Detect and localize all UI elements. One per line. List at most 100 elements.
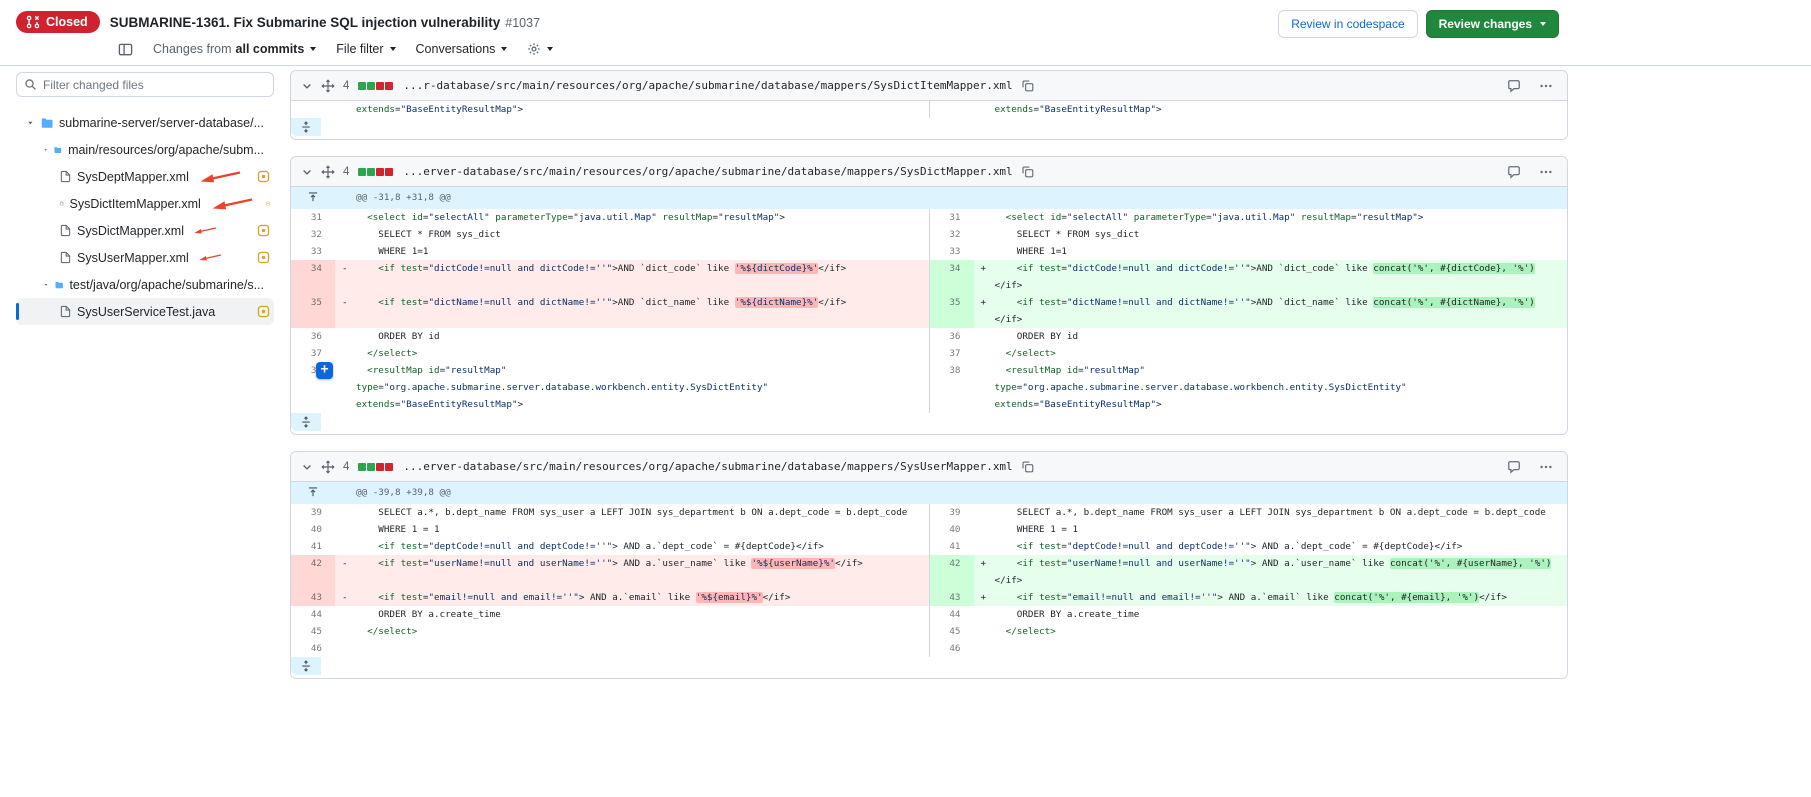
changes-from-menu[interactable]: Changes from all commits bbox=[153, 42, 316, 56]
code-line[interactable] bbox=[335, 640, 929, 657]
line-number[interactable]: 46 bbox=[929, 640, 974, 657]
tree-file-sysdeptmapper-xml[interactable]: SysDeptMapper.xml bbox=[16, 163, 274, 190]
code-line[interactable]: ORDER BY a.create_time bbox=[974, 606, 1568, 623]
line-number[interactable]: 45 bbox=[291, 623, 335, 640]
comment-button[interactable] bbox=[1507, 79, 1521, 93]
code-line[interactable]: - <if test="dictName!=null and dictName!… bbox=[335, 294, 929, 328]
tree-folder-main-resources-org-apache-subm[interactable]: main/resources/org/apache/subm... bbox=[16, 136, 274, 163]
code-line[interactable]: ORDER BY id bbox=[974, 328, 1568, 345]
code-line[interactable]: ORDER BY a.create_time bbox=[335, 606, 929, 623]
line-number[interactable]: 37 bbox=[291, 345, 335, 362]
add-comment-button[interactable]: + bbox=[316, 362, 333, 379]
expand-hunk-up-button[interactable] bbox=[291, 482, 335, 504]
tree-file-sysusermapper-xml[interactable]: SysUserMapper.xml bbox=[16, 244, 274, 271]
line-number[interactable]: 32 bbox=[291, 226, 335, 243]
toggle-file-tree-button[interactable] bbox=[118, 42, 133, 57]
code-line[interactable]: + <resultMap id="resultMap" type="org.ap… bbox=[335, 362, 929, 413]
line-number[interactable]: 34 bbox=[929, 260, 974, 294]
line-number[interactable]: 35 bbox=[929, 294, 974, 328]
tree-file-sysdictmapper-xml[interactable]: SysDictMapper.xml bbox=[16, 217, 274, 244]
code-line[interactable]: ORDER BY id bbox=[335, 328, 929, 345]
tree-folder-test-java-org-apache-submarine-s[interactable]: test/java/org/apache/submarine/s... bbox=[16, 271, 274, 298]
line-number[interactable]: 41 bbox=[291, 538, 335, 555]
tree-file-sysuserservicetest-java[interactable]: SysUserServiceTest.java bbox=[16, 298, 274, 325]
code-line[interactable]: <if test="deptCode!=null and deptCode!='… bbox=[335, 538, 929, 555]
code-line[interactable]: SELECT a.*, b.dept_name FROM sys_user a … bbox=[974, 504, 1568, 521]
line-number[interactable]: 44 bbox=[291, 606, 335, 623]
file-menu-button[interactable] bbox=[1539, 460, 1553, 474]
line-number[interactable]: 43 bbox=[929, 589, 974, 606]
code-line[interactable]: <resultMap id="resultMap" type="org.apac… bbox=[974, 362, 1568, 413]
line-number[interactable]: 32 bbox=[929, 226, 974, 243]
code-line[interactable]: + <if test="dictName!=null and dictName!… bbox=[974, 294, 1568, 328]
code-line[interactable]: WHERE 1=1 bbox=[335, 243, 929, 260]
code-line[interactable]: </select> bbox=[974, 623, 1568, 640]
code-line[interactable]: SELECT * FROM sys_dict bbox=[974, 226, 1568, 243]
review-changes-button[interactable]: Review changes bbox=[1426, 10, 1559, 38]
line-number[interactable]: 39 bbox=[929, 504, 974, 521]
expand-down-button[interactable] bbox=[291, 413, 321, 431]
collapse-file-button[interactable] bbox=[301, 166, 313, 178]
review-in-codespace-button[interactable]: Review in codespace bbox=[1278, 10, 1417, 38]
code-line[interactable]: + <if test="dictCode!=null and dictCode!… bbox=[974, 260, 1568, 294]
code-line[interactable]: <if test="deptCode!=null and deptCode!='… bbox=[974, 538, 1568, 555]
drag-handle-icon[interactable] bbox=[321, 79, 335, 93]
collapse-file-button[interactable] bbox=[301, 461, 313, 473]
code-line[interactable]: </select> bbox=[335, 623, 929, 640]
expand-down-button[interactable] bbox=[291, 657, 321, 675]
line-number[interactable]: 33 bbox=[929, 243, 974, 260]
line-number[interactable] bbox=[929, 101, 974, 118]
copy-path-button[interactable] bbox=[1021, 165, 1034, 178]
file-filter-input[interactable] bbox=[16, 72, 274, 97]
line-number[interactable]: 36 bbox=[929, 328, 974, 345]
line-number[interactable]: 40 bbox=[291, 521, 335, 538]
line-number[interactable]: 41 bbox=[929, 538, 974, 555]
copy-path-button[interactable] bbox=[1021, 79, 1034, 92]
line-number[interactable]: 37 bbox=[929, 345, 974, 362]
code-line[interactable]: <select id="selectAll" parameterType="ja… bbox=[974, 209, 1568, 226]
drag-handle-icon[interactable] bbox=[321, 165, 335, 179]
tree-folder-submarine-server-server-database[interactable]: submarine-server/server-database/... bbox=[16, 109, 274, 136]
line-number[interactable]: 35 bbox=[291, 294, 335, 328]
code-line[interactable]: </select> bbox=[335, 345, 929, 362]
file-menu-button[interactable] bbox=[1539, 79, 1553, 93]
comment-button[interactable] bbox=[1507, 460, 1521, 474]
code-line[interactable]: + <if test="userName!=null and userName!… bbox=[974, 555, 1568, 589]
file-filter-menu[interactable]: File filter bbox=[336, 42, 395, 56]
code-line[interactable]: - <if test="userName!=null and userName!… bbox=[335, 555, 929, 589]
code-line[interactable]: SELECT a.*, b.dept_name FROM sys_user a … bbox=[335, 504, 929, 521]
diff-settings-menu[interactable] bbox=[527, 42, 553, 56]
code-line[interactable]: SELECT * FROM sys_dict bbox=[335, 226, 929, 243]
line-number[interactable]: 45 bbox=[929, 623, 974, 640]
line-number[interactable]: 38 bbox=[929, 362, 974, 413]
line-number[interactable]: 43 bbox=[291, 589, 335, 606]
code-line[interactable]: <select id="selectAll" parameterType="ja… bbox=[335, 209, 929, 226]
drag-handle-icon[interactable] bbox=[321, 460, 335, 474]
code-line[interactable]: extends="BaseEntityResultMap"> bbox=[974, 101, 1568, 118]
conversations-menu[interactable]: Conversations bbox=[416, 42, 508, 56]
line-number[interactable]: 42 bbox=[291, 555, 335, 589]
line-number[interactable]: 31 bbox=[929, 209, 974, 226]
line-number[interactable]: 39 bbox=[291, 504, 335, 521]
copy-path-button[interactable] bbox=[1021, 460, 1034, 473]
line-number[interactable]: 34 bbox=[291, 260, 335, 294]
line-number[interactable]: 46 bbox=[291, 640, 335, 657]
code-line[interactable] bbox=[974, 640, 1568, 657]
code-line[interactable]: WHERE 1=1 bbox=[974, 243, 1568, 260]
code-line[interactable]: - <if test="email!=null and email!=''"> … bbox=[335, 589, 929, 606]
line-number[interactable]: 33 bbox=[291, 243, 335, 260]
code-line[interactable]: - <if test="dictCode!=null and dictCode!… bbox=[335, 260, 929, 294]
file-menu-button[interactable] bbox=[1539, 165, 1553, 179]
expand-hunk-up-button[interactable] bbox=[291, 187, 335, 209]
line-number[interactable]: 36 bbox=[291, 328, 335, 345]
code-line[interactable]: + <if test="email!=null and email!=''"> … bbox=[974, 589, 1568, 606]
line-number[interactable] bbox=[291, 101, 335, 118]
line-number[interactable]: 44 bbox=[929, 606, 974, 623]
code-line[interactable]: extends="BaseEntityResultMap"> bbox=[335, 101, 929, 118]
collapse-file-button[interactable] bbox=[301, 80, 313, 92]
line-number[interactable]: 40 bbox=[929, 521, 974, 538]
line-number[interactable]: 31 bbox=[291, 209, 335, 226]
code-line[interactable]: WHERE 1 = 1 bbox=[335, 521, 929, 538]
tree-file-sysdictitemmapper-xml[interactable]: SysDictItemMapper.xml bbox=[16, 190, 274, 217]
expand-down-button[interactable] bbox=[291, 118, 321, 136]
